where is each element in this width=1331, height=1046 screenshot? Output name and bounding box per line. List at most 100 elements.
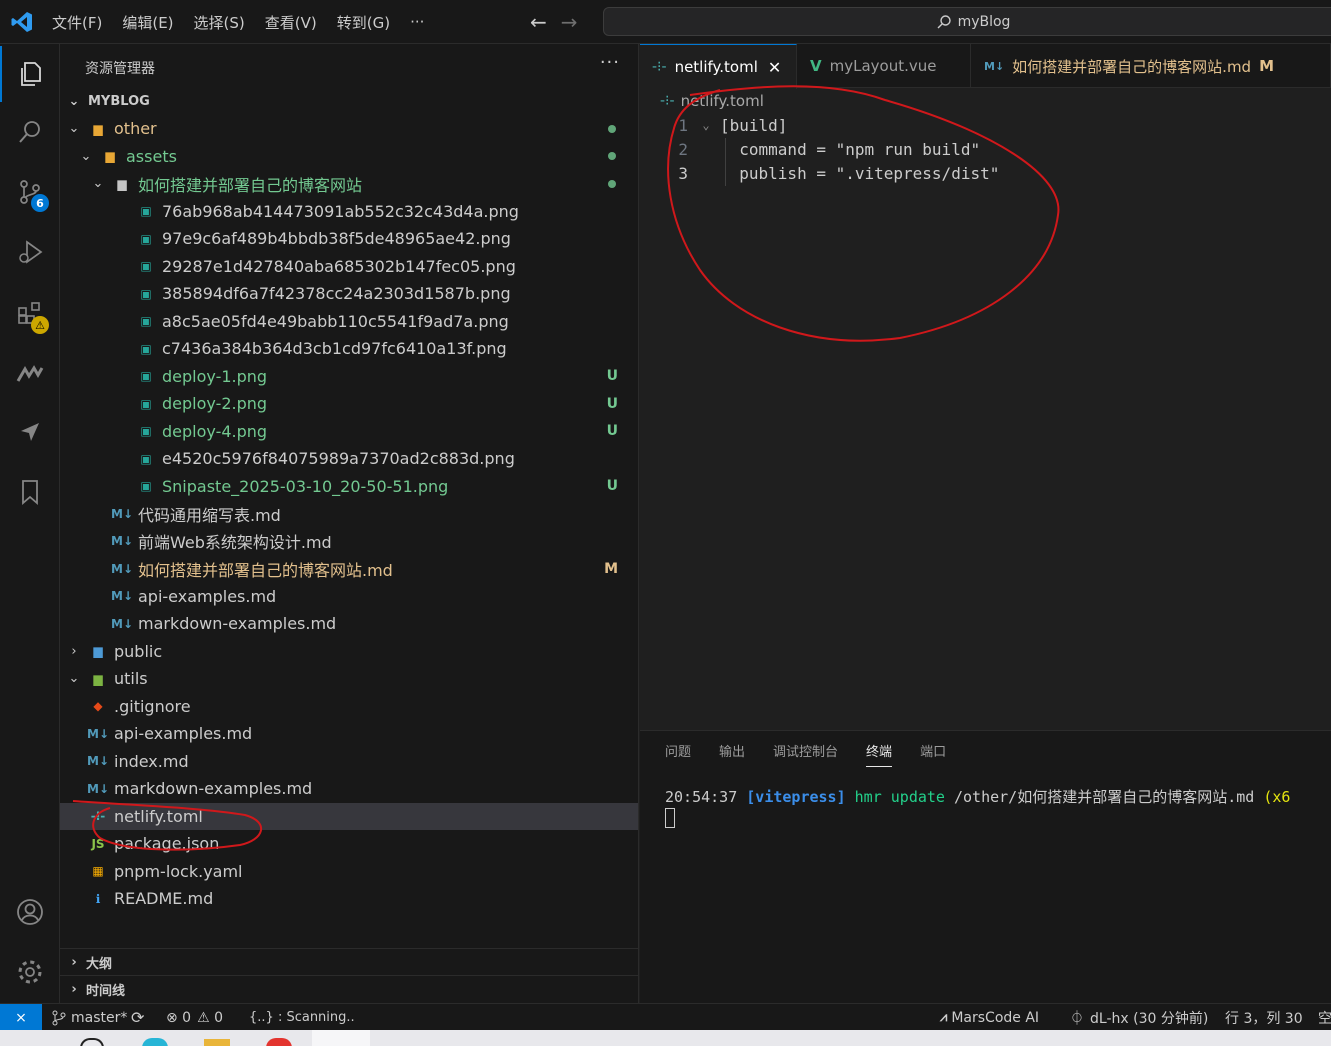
markdown-icon: M↓ [111, 506, 133, 521]
menu-file[interactable]: 文件(F) [52, 12, 102, 33]
forward-arrow-icon[interactable]: → [561, 10, 578, 34]
close-icon[interactable]: ✕ [768, 58, 781, 77]
tab-blog-md[interactable]: M↓ 如何搭建并部署自己的博客网站.md M [972, 44, 1331, 88]
marscode-activity[interactable] [0, 346, 60, 402]
tree-item[interactable]: ▣ 76ab968ab414473091ab552c32c43d4a.png [60, 198, 638, 225]
menu-more[interactable]: ··· [410, 13, 424, 31]
tree-item[interactable]: ▦ pnpm-lock.yaml [60, 858, 638, 885]
chevron-down-icon[interactable]: ⌄ [78, 149, 94, 164]
bookmarks-activity[interactable] [0, 464, 60, 520]
tree-item[interactable]: M↓ api-examples.md [60, 720, 638, 747]
back-arrow-icon[interactable]: ← [530, 10, 547, 34]
taskbar-app-icon[interactable] [266, 1038, 292, 1046]
command-center-search[interactable]: myBlog [603, 7, 1331, 36]
tab-debug-console[interactable]: 调试控制台 [773, 741, 838, 767]
taskbar-app-icon[interactable] [142, 1038, 168, 1046]
markdown-icon: M↓ [111, 561, 133, 576]
sync-button[interactable]: ⟳ [131, 1004, 144, 1031]
tab-netlify-toml[interactable]: -⁝- netlify.toml ✕ [640, 44, 797, 89]
tree-item[interactable]: ▣ a8c5ae05fd4e49babb110c5541f9ad7a.png [60, 308, 638, 335]
tree-item[interactable]: M↓ markdown-examples.md [60, 775, 638, 802]
chevron-down-icon[interactable]: ⌄ [90, 176, 106, 191]
tree-item[interactable]: ⌄ ▆ other [60, 115, 638, 142]
tree-item-label: deploy-1.png [162, 366, 268, 386]
tree-item[interactable]: ▣ 97e9c6af489b4bbdb38f5de48965ae42.png [60, 225, 638, 252]
menu-go[interactable]: 转到(G) [337, 12, 390, 33]
json-icon: JS [91, 836, 105, 851]
tab-ports[interactable]: 端口 [920, 741, 946, 767]
bottom-panel: 问题 输出 调试控制台 终端 端口 20:54:37 [vitepress] h… [640, 730, 1331, 1003]
tree-item-label: deploy-2.png [162, 394, 268, 413]
manage-activity[interactable] [0, 944, 60, 1000]
git-blame-status[interactable]: ⏀ dL-hx (30 分钟前) [1070, 1004, 1208, 1031]
scanning-status[interactable]: {..} : Scanning.. [249, 1004, 355, 1031]
tree-item[interactable]: ⌄ ▆ 如何搭建并部署自己的博客网站 [60, 170, 638, 197]
code-editor[interactable]: 1 ⌄ [build] 2 command = "npm run build" … [640, 113, 1331, 185]
breadcrumb[interactable]: -⁝- netlify.toml [660, 92, 764, 110]
problems-indicator[interactable]: ⊗ 0 ⚠ 0 [166, 1004, 223, 1031]
menu-edit[interactable]: 编辑(E) [122, 12, 173, 33]
tree-item[interactable]: ▣ e4520c5976f84075989a7370ad2c883d.png [60, 445, 638, 472]
send-icon [21, 423, 39, 441]
source-control-activity[interactable]: 6 [0, 164, 60, 220]
branch-item[interactable]: master* [52, 1004, 127, 1031]
terminal-output[interactable]: 20:54:37 [vitepress] hmr update /other/如… [665, 786, 1331, 807]
chevron-down-icon[interactable]: ⌄ [66, 671, 82, 686]
tree-item[interactable]: -⁝- netlify.toml [60, 802, 638, 830]
indentation-status[interactable]: 空 [1318, 1004, 1331, 1031]
commit-icon: ⏀ [1070, 1010, 1084, 1027]
tree-item[interactable]: ▣ deploy-2.png U [60, 390, 638, 417]
tree-item[interactable]: ▣ deploy-4.png U [60, 418, 638, 445]
remote-indicator[interactable]: ⨯ [0, 1004, 42, 1031]
tree-item-label: 29287e1d427840aba685302b147fec05.png [162, 256, 516, 276]
taskbar-app-icon[interactable] [80, 1038, 104, 1046]
vscode-logo-icon[interactable] [10, 10, 34, 34]
tree-item[interactable]: ⌄ ▆ assets [60, 143, 638, 170]
tree-item[interactable]: M↓ 前端Web系统架构设计.md [60, 528, 638, 555]
tree-item[interactable]: M↓ markdown-examples.md [60, 610, 638, 637]
chevron-right-icon[interactable]: › [66, 644, 82, 659]
explorer-activity[interactable] [0, 46, 60, 102]
workspace-root[interactable]: ⌄ MYBLOG [60, 88, 638, 115]
cursor-position[interactable]: 行 3，列 30 [1225, 1004, 1303, 1031]
tree-item[interactable]: ▣ Snipaste_2025-03-10_20-50-51.png U [60, 473, 638, 500]
chevron-down-icon[interactable]: ⌄ [66, 121, 82, 136]
tree-item[interactable]: M↓ api-examples.md [60, 583, 638, 610]
tree-item[interactable]: › ▆ public [60, 638, 638, 665]
run-debug-activity[interactable] [0, 224, 60, 280]
taskbar-app-icon[interactable] [204, 1039, 230, 1046]
marscode-status[interactable]: ⩘ MarsCode AI [940, 1004, 1039, 1031]
tree-item[interactable]: ℹ README.md [60, 885, 638, 912]
git-status-badge: U [606, 478, 618, 494]
extensions-activity[interactable]: ⚠ [0, 286, 60, 342]
timeline-section[interactable]: › 时间线 [60, 975, 638, 1002]
tab-output[interactable]: 输出 [719, 741, 745, 767]
tree-item[interactable]: M↓ 代码通用缩写表.md [60, 500, 638, 527]
tree-item[interactable]: ▣ deploy-1.png U [60, 363, 638, 390]
accounts-activity[interactable] [0, 884, 60, 940]
taskbar-app-icon[interactable] [312, 1030, 370, 1046]
tab-terminal[interactable]: 终端 [866, 741, 893, 767]
tree-item[interactable]: ◆ .gitignore [60, 693, 638, 720]
menu-selection[interactable]: 选择(S) [194, 12, 245, 33]
outline-section[interactable]: › 大纲 [60, 948, 638, 975]
search-activity[interactable] [0, 104, 60, 160]
menu-view[interactable]: 查看(V) [265, 12, 317, 33]
tree-item[interactable]: M↓ index.md [60, 748, 638, 775]
marscode-icon: ⩘ [940, 1010, 948, 1025]
tree-item[interactable]: ▣ 29287e1d427840aba685302b147fec05.png [60, 253, 638, 280]
image-icon: ▣ [140, 451, 152, 466]
explorer-more-button[interactable]: ··· [600, 52, 620, 73]
tree-item[interactable]: M↓ 如何搭建并部署自己的博客网站.md M [60, 555, 638, 582]
deploy-activity[interactable] [0, 404, 60, 460]
tree-item[interactable]: ▣ 385894df6a7f42378cc24a2303d1587b.png [60, 280, 638, 307]
tree-item-label: markdown-examples.md [114, 779, 313, 798]
tree-item[interactable]: ▣ c7436a384b364d3cb1cd97fc6410a13f.png [60, 335, 638, 362]
tree-item[interactable]: ⌄ ▆ utils [60, 665, 638, 692]
fold-chevron-icon[interactable]: ⌄ [692, 118, 720, 132]
tree-item-label: netlify.toml [114, 806, 203, 826]
tab-mylayout-vue[interactable]: V myLayout.vue [798, 44, 971, 88]
tab-problems[interactable]: 问题 [665, 741, 691, 767]
tree-item-label: a8c5ae05fd4e49babb110c5541f9ad7a.png [162, 311, 509, 331]
tree-item[interactable]: JS package.json [60, 830, 638, 857]
